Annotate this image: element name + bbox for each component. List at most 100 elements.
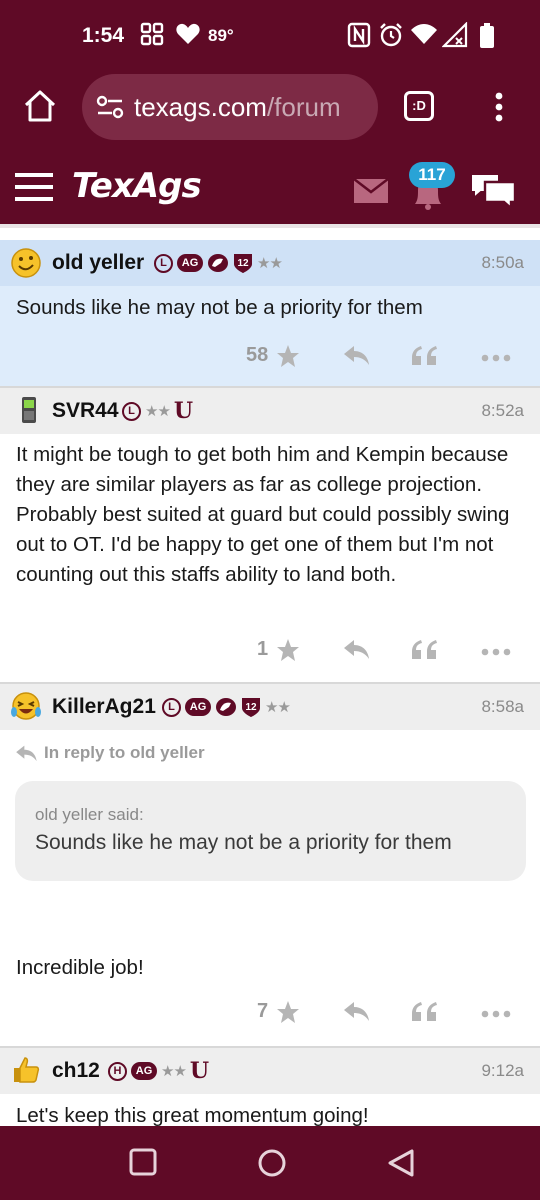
u-badge-icon: U: [189, 1058, 210, 1084]
ag-badge-icon: AG: [131, 1062, 157, 1080]
post-text: Sounds like he may not be a priority for…: [16, 296, 423, 319]
site-header: TexAgs 117: [0, 142, 540, 228]
post-svr44: SVR44 L ★★ U 8:52a It might be tough to …: [0, 388, 540, 682]
more-options-icon[interactable]: [481, 1010, 511, 1018]
quote-icon[interactable]: [411, 638, 437, 660]
post-body: Sounds like he may not be a priority for…: [0, 286, 540, 386]
shield-12-text: 12: [237, 258, 249, 269]
post-actions: 1: [0, 632, 540, 672]
home-icon[interactable]: [22, 89, 58, 123]
chat-bubbles-icon[interactable]: [469, 170, 517, 210]
horse-badge-icon: [208, 254, 228, 272]
post-body: It might be tough to get both him and Ke…: [0, 434, 540, 682]
post-time[interactable]: 8:58a: [481, 697, 524, 717]
username[interactable]: old yeller: [52, 251, 144, 275]
home-circle-icon[interactable]: [257, 1148, 287, 1178]
url-text: texags.com/forum: [134, 92, 341, 123]
post-text: Let's keep this great momentum going!: [16, 1104, 369, 1126]
username[interactable]: ch12: [52, 1059, 100, 1083]
back-triangle-icon[interactable]: [386, 1148, 416, 1178]
post-header: SVR44 L ★★ U 8:52a: [0, 388, 540, 434]
status-bar: 1:54 89°: [0, 0, 540, 72]
shield-12-badge-icon: 12: [234, 254, 252, 273]
rating-stars: ★★: [265, 699, 291, 716]
lifetime-badge-icon: L: [122, 401, 141, 421]
ag-badge-icon: AG: [177, 254, 203, 272]
post-killerag21: KillerAg21 L AG 12 ★★ 8:58a In reply to …: [0, 684, 540, 1046]
lifetime-badge-icon: L: [154, 253, 173, 273]
post-actions: 58: [0, 338, 540, 378]
nfc-icon: [347, 22, 371, 48]
system-navigation-bar: [0, 1126, 540, 1200]
user-badges: L AG 12 ★★: [162, 696, 291, 718]
post-time[interactable]: 8:52a: [481, 401, 524, 421]
post-header: ch12 H AG ★★ U 9:12a: [0, 1048, 540, 1094]
post-body: Let's keep this great momentum going!: [0, 1094, 540, 1126]
ag-badge-icon: AG: [185, 698, 211, 716]
post-time[interactable]: 9:12a: [481, 1061, 524, 1081]
reply-icon[interactable]: [342, 638, 370, 660]
wifi-icon: [411, 24, 437, 44]
browser-toolbar: texags.com/forum :D: [0, 72, 540, 142]
battery-icon: [480, 23, 494, 48]
rating-stars: ★★: [257, 255, 283, 272]
post-time[interactable]: 8:50a: [481, 253, 524, 273]
username[interactable]: KillerAg21: [52, 695, 156, 719]
post-header: KillerAg21 L AG 12 ★★ 8:58a: [0, 684, 540, 730]
tab-switcher-label: :D: [412, 98, 426, 113]
quote-text: Sounds like he may not be a priority for…: [35, 831, 452, 854]
reply-icon[interactable]: [342, 344, 370, 366]
avatar-laughing-icon[interactable]: [10, 690, 42, 722]
honor-badge-icon: H: [108, 1061, 127, 1081]
quote-author: old yeller said:: [35, 805, 144, 824]
quote-block[interactable]: old yeller said: Sounds like he may not …: [15, 781, 526, 881]
star-like-icon[interactable]: [276, 344, 300, 368]
post-body: In reply to old yeller old yeller said: …: [0, 730, 540, 1046]
post-ch12: ch12 H AG ★★ U 9:12a Let's keep this gre…: [0, 1048, 540, 1126]
mail-icon[interactable]: [353, 178, 389, 204]
post-text: Incredible job!: [16, 956, 144, 979]
address-bar[interactable]: texags.com/forum: [82, 74, 378, 140]
like-count: 58: [246, 344, 269, 366]
star-like-icon[interactable]: [276, 638, 300, 662]
avatar-phone-icon[interactable]: [13, 394, 45, 426]
status-temperature: 89°: [208, 26, 234, 45]
post-text: It might be tough to get both him and Ke…: [16, 443, 510, 586]
reply-icon[interactable]: [342, 1000, 370, 1022]
rating-stars: ★★: [145, 403, 171, 420]
url-domain: texags.com: [134, 92, 267, 122]
site-settings-icon[interactable]: [96, 94, 124, 120]
avatar-smiley-icon[interactable]: [10, 246, 42, 278]
post-actions: 7: [0, 994, 540, 1034]
hamburger-menu-icon[interactable]: [15, 172, 53, 202]
apps-grid-icon: [140, 22, 164, 46]
user-badges: L ★★ U: [122, 400, 193, 422]
horse-badge-icon: [216, 698, 236, 716]
tab-switcher-button[interactable]: :D: [404, 91, 434, 121]
alarm-icon: [380, 23, 402, 47]
browser-menu-icon[interactable]: [494, 92, 504, 122]
post-old-yeller: old yeller L AG 12 ★★ 8:50a Sounds like …: [0, 240, 540, 386]
shield-12-badge-icon: 12: [242, 698, 260, 717]
status-time: 1:54: [82, 24, 125, 47]
quote-icon[interactable]: [411, 1000, 437, 1022]
more-options-icon[interactable]: [481, 648, 511, 656]
signal-icon: [442, 22, 468, 48]
recents-square-icon[interactable]: [129, 1148, 157, 1176]
notification-count-badge[interactable]: 117: [409, 162, 455, 188]
quote-icon[interactable]: [411, 344, 437, 366]
heart-icon: [176, 23, 200, 44]
avatar-thumbs-up-icon[interactable]: [10, 1054, 42, 1086]
post-header: old yeller L AG 12 ★★ 8:50a: [0, 240, 540, 286]
shield-12-text: 12: [245, 702, 257, 713]
user-badges: H AG ★★ U: [108, 1060, 209, 1082]
star-like-icon[interactable]: [276, 1000, 300, 1024]
site-logo[interactable]: TexAgs: [72, 166, 202, 206]
u-badge-icon: U: [173, 398, 194, 424]
reply-to-link[interactable]: In reply to old yeller: [44, 743, 205, 763]
app-root: 1:54 89° texags.com/forum:D TexAgs 117 …: [0, 0, 540, 1200]
user-badges: L AG 12 ★★: [154, 252, 283, 274]
like-count: 1: [257, 638, 269, 660]
username[interactable]: SVR44: [52, 399, 119, 423]
more-options-icon[interactable]: [481, 354, 511, 362]
